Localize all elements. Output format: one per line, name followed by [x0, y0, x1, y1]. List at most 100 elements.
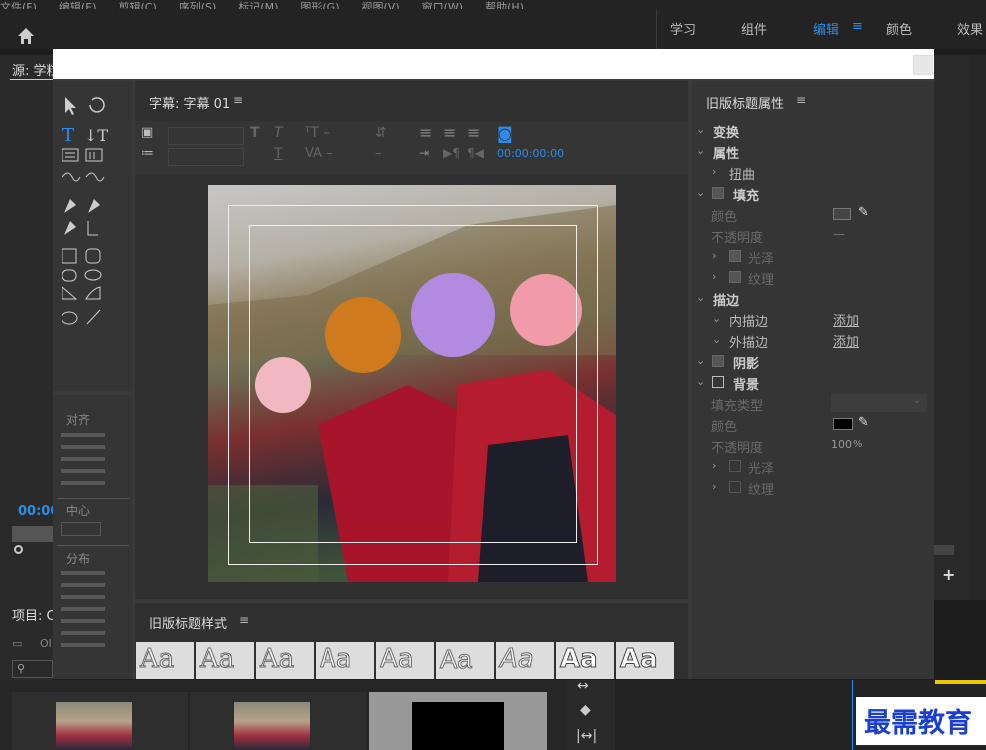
clip-thumbnail[interactable]	[190, 692, 366, 750]
menu-sequence[interactable]: 序列(S)	[179, 0, 217, 9]
playhead-icon[interactable]	[14, 545, 23, 554]
menu-view[interactable]: 视图(V)	[362, 0, 400, 9]
bg-sheen-checkbox[interactable]	[729, 460, 741, 472]
menu-edit[interactable]: 编辑(E)	[59, 0, 97, 9]
source-scrub-bar[interactable]	[12, 526, 53, 542]
search-input[interactable]: ⚲	[12, 660, 53, 678]
chevron-right-icon[interactable]: ›	[712, 249, 716, 262]
tab-stops-icon[interactable]: ≔	[141, 146, 154, 161]
font-size-icon[interactable]: ᵀT –	[305, 125, 330, 141]
slip-tool-icon[interactable]: |↔|	[576, 728, 597, 744]
bold-icon[interactable]: T	[250, 125, 260, 141]
add-inner-stroke-link[interactable]: 添加	[833, 310, 859, 329]
center-buttons[interactable]	[61, 522, 101, 536]
style-swatch[interactable]: Aa	[436, 642, 494, 679]
menu-marker[interactable]: 标记(M)	[238, 0, 278, 9]
align-center-icon[interactable]: ≡	[443, 123, 456, 142]
new-title-icon[interactable]: ▣	[141, 125, 153, 140]
chevron-down-icon[interactable]: ⌄	[696, 144, 705, 157]
home-icon[interactable]	[10, 22, 42, 50]
shadow-checkbox[interactable]	[712, 355, 724, 367]
close-button[interactable]	[913, 55, 933, 75]
menu-help[interactable]: 帮助(H)	[485, 0, 524, 9]
bg-texture-checkbox[interactable]	[729, 481, 741, 493]
align-left-icon[interactable]: ≡	[419, 123, 432, 142]
fill-color-swatch[interactable]	[833, 208, 851, 220]
transform-section[interactable]: 变换	[713, 122, 739, 141]
menu-file[interactable]: 文件(F)	[0, 0, 37, 9]
project-tab[interactable]: 项目: C	[12, 605, 56, 624]
style-swatch[interactable]: Aa	[556, 642, 614, 679]
kerning-icon[interactable]: VA –	[305, 146, 333, 161]
title-thumbnail[interactable]	[369, 692, 547, 750]
bin-icon[interactable]: ▭	[12, 637, 22, 650]
background-checkbox[interactable]	[712, 376, 724, 388]
title-canvas[interactable]	[208, 185, 616, 582]
eyedropper-icon[interactable]: ✎	[858, 205, 869, 220]
workspace-menu-icon[interactable]: ≡	[852, 19, 863, 34]
workspace-editing[interactable]: 编辑	[813, 19, 839, 38]
style-swatch[interactable]: Aa	[616, 642, 674, 679]
shadow-section[interactable]: 阴影	[733, 353, 759, 372]
styles-menu-icon[interactable]: ≡	[239, 613, 249, 627]
chevron-right-icon[interactable]: ›	[712, 480, 716, 493]
add-outer-stroke-link[interactable]: 添加	[833, 331, 859, 350]
fill-type-select[interactable]: ⌄	[831, 394, 927, 412]
panel-menu-icon[interactable]: ≡	[233, 93, 243, 107]
bg-color-swatch[interactable]	[833, 418, 853, 430]
align-right-icon[interactable]: ≡	[467, 123, 480, 142]
tab-icon[interactable]: ⇥	[419, 146, 429, 160]
menu-graphics[interactable]: 图形(G)	[300, 0, 339, 9]
title-timecode[interactable]: 00:00:00:00	[497, 147, 564, 160]
dialog-titlebar[interactable]	[53, 49, 934, 79]
style-swatch[interactable]: Aa	[256, 642, 314, 679]
workspace-learn[interactable]: 学习	[670, 19, 696, 38]
menu-window[interactable]: 窗口(W)	[422, 0, 463, 9]
style-swatch[interactable]: Aa	[316, 642, 374, 679]
inner-stroke-label[interactable]: 内描边	[729, 311, 768, 330]
distribute-buttons[interactable]	[61, 571, 105, 651]
style-swatch[interactable]: Aa	[136, 642, 194, 679]
style-swatch[interactable]: Aa	[496, 642, 554, 679]
chevron-down-icon[interactable]: ⌄	[696, 354, 705, 367]
chevron-down-icon[interactable]: ⌄	[696, 291, 705, 304]
chevron-down-icon[interactable]: ⌄	[696, 186, 705, 199]
chevron-right-icon[interactable]: ›	[712, 165, 716, 178]
ripple-tool-icon[interactable]: ↔	[577, 678, 589, 694]
razor-tool-icon[interactable]: ◆	[580, 702, 591, 718]
fill-section[interactable]: 填充	[733, 185, 759, 204]
properties-menu-icon[interactable]: ≡	[796, 93, 806, 107]
style-swatch[interactable]: Aa	[376, 642, 434, 679]
baseline-icon[interactable]: –	[375, 146, 382, 161]
menu-clip[interactable]: 剪辑(C)	[118, 0, 156, 9]
chevron-down-icon[interactable]: ⌄	[712, 312, 721, 325]
underline-icon[interactable]: T	[274, 146, 283, 162]
chevron-down-icon[interactable]: ⌄	[696, 123, 705, 136]
stop-icon[interactable]: ¶◀	[467, 146, 484, 160]
timeline-playhead[interactable]	[852, 680, 853, 750]
fill-opacity-value[interactable]: —	[833, 227, 845, 241]
background-section[interactable]: 背景	[733, 374, 759, 393]
add-button-icon[interactable]: +	[942, 565, 955, 584]
workspace-color[interactable]: 颜色	[886, 19, 912, 38]
distort-section[interactable]: 扭曲	[729, 164, 755, 183]
fill-checkbox[interactable]	[712, 187, 724, 199]
eyedropper-icon[interactable]: ✎	[858, 415, 869, 430]
chevron-down-icon[interactable]: ⌄	[712, 333, 721, 346]
clip-thumbnail[interactable]	[12, 692, 188, 750]
align-buttons[interactable]	[61, 433, 105, 493]
program-scrub-bar[interactable]	[934, 545, 954, 555]
font-style-select[interactable]	[168, 148, 244, 166]
work-area-bar[interactable]	[935, 680, 986, 684]
stroke-section[interactable]: 描边	[713, 290, 739, 309]
italic-icon[interactable]: T	[274, 125, 283, 141]
style-swatch[interactable]: Aa	[196, 642, 254, 679]
texture-checkbox[interactable]	[729, 271, 741, 283]
show-video-icon[interactable]: ▶¶	[443, 146, 460, 160]
leading-icon[interactable]: ⇵	[375, 125, 387, 141]
attributes-section[interactable]: 属性	[713, 143, 739, 162]
outer-stroke-label[interactable]: 外描边	[729, 332, 768, 351]
show-background-video-icon[interactable]: ◙	[497, 124, 513, 143]
chevron-right-icon[interactable]: ›	[712, 270, 716, 283]
chevron-down-icon[interactable]: ⌄	[696, 375, 705, 388]
